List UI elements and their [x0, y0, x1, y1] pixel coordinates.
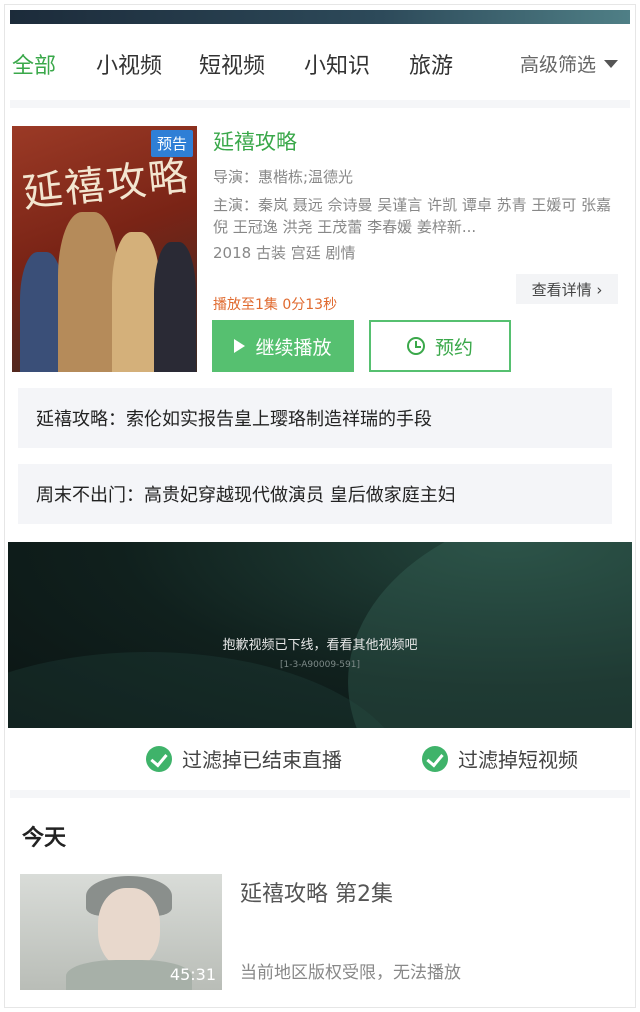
advanced-filter-label: 高级筛选	[519, 54, 596, 76]
continue-play-label: 继续播放	[255, 336, 332, 359]
video-error-code: [1-3-A90009-591]	[280, 660, 360, 670]
caret-down-icon	[604, 59, 618, 68]
play-progress: 播放至1集 0分13秒	[213, 297, 338, 313]
tab-all[interactable]: 全部	[12, 48, 56, 80]
advanced-filter-button[interactable]: 高级筛选	[520, 50, 618, 77]
reserve-button[interactable]: 预约	[369, 320, 511, 372]
show-cast: 主演：秦岚 聂远 佘诗曼 吴谨言 许凯 谭卓 苏青 王媛可 张嘉倪 王冠逸 洪尧…	[213, 196, 612, 236]
check-circle-icon	[146, 745, 172, 772]
top-banner	[10, 10, 630, 24]
play-icon	[234, 339, 246, 353]
recent-video-title[interactable]: 延禧攻略 第2集	[240, 876, 393, 908]
trailer-badge: 预告	[150, 130, 193, 157]
filter-ended-live-label: 过滤掉已结束直播	[182, 748, 342, 772]
category-tabs: 全部 小视频 短视频 小知识 旅游 高级筛选	[0, 42, 640, 86]
tab-knowledge[interactable]: 小知识	[304, 48, 370, 80]
show-tags: 2018 古装 宫廷 剧情	[213, 244, 356, 262]
filter-ended-live-option[interactable]: 过滤掉已结束直播	[146, 744, 342, 773]
check-circle-icon	[422, 745, 448, 772]
tab-small-video[interactable]: 小视频	[96, 48, 162, 80]
poster-figure	[112, 232, 160, 372]
divider	[10, 790, 630, 798]
show-title[interactable]: 延禧攻略	[213, 126, 623, 156]
clock-icon	[406, 337, 425, 355]
recent-video-thumbnail[interactable]: 45:31	[20, 874, 222, 990]
divider	[10, 100, 630, 108]
show-director: 导演：惠楷栋;温德光	[213, 168, 354, 186]
video-player[interactable]: 抱歉视频已下线，看看其他视频吧 [1-3-A90009-591]	[8, 542, 632, 728]
show-poster[interactable]: 延禧攻略 预告	[12, 126, 197, 372]
reserve-label: 预约	[434, 336, 473, 359]
continue-play-button[interactable]: 继续播放	[212, 320, 354, 372]
tab-short-video[interactable]: 短视频	[199, 48, 265, 80]
news-item[interactable]: 周末不出门：高贵妃穿越现代做演员 皇后做家庭主妇	[18, 464, 612, 524]
thumbnail-figure	[98, 888, 160, 968]
video-offline-message: 抱歉视频已下线，看看其他视频吧	[222, 638, 418, 653]
news-item[interactable]: 延禧攻略：索伦如实报告皇上璎珞制造祥瑞的手段	[18, 388, 612, 448]
show-info: 延禧攻略 导演：惠楷栋;温德光 主演：秦岚 聂远 佘诗曼 吴谨言 许凯 谭卓 苏…	[213, 126, 623, 263]
video-duration: 45:31	[169, 965, 216, 984]
filter-short-video-label: 过滤掉短视频	[458, 748, 578, 772]
poster-figure	[154, 242, 196, 372]
section-title-today: 今天	[22, 826, 67, 851]
tab-travel[interactable]: 旅游	[409, 48, 453, 80]
copyright-restriction-note: 当前地区版权受限，无法播放	[240, 963, 461, 983]
filter-short-video-option[interactable]: 过滤掉短视频	[422, 744, 578, 773]
poster-figure	[58, 212, 118, 372]
view-details-button[interactable]: 查看详情 ›	[516, 274, 618, 304]
